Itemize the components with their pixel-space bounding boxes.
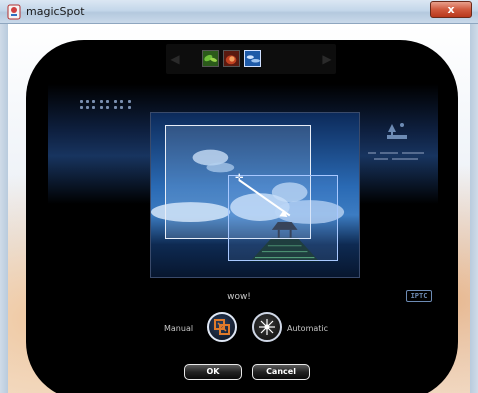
thumb-blue-sky[interactable] (244, 50, 261, 67)
landscape-scene-icon (387, 123, 407, 139)
thumb-next-arrow-icon[interactable]: ▶ (320, 50, 334, 68)
thumbnail-strip: ◀ ▶ (166, 44, 336, 74)
cancel-button[interactable]: Cancel (252, 364, 310, 380)
manual-crop-icon (214, 319, 230, 335)
thumb-prev-arrow-icon[interactable]: ◀ (168, 50, 182, 68)
photo-canvas[interactable]: ✛ (150, 112, 360, 278)
thumb-green-leaves[interactable] (202, 50, 219, 67)
app-icon (7, 4, 21, 20)
window-frame-left (0, 24, 8, 393)
title-bar[interactable]: magicSpot x (0, 0, 478, 24)
manual-mode-button[interactable] (207, 312, 237, 342)
photo-caption: wow! (227, 292, 251, 302)
automatic-label: Automatic (287, 324, 329, 333)
thumb-red-fire[interactable] (223, 50, 240, 67)
automatic-mode-button[interactable] (252, 312, 282, 342)
automatic-sparkle-icon (259, 319, 275, 335)
iptc-badge[interactable]: IPTC (406, 290, 432, 302)
client-area: ◀ ▶ wow! IPTC Manual Automatic OK Cancel (8, 24, 470, 393)
decorative-lines (368, 152, 428, 172)
ok-button[interactable]: OK (184, 364, 242, 380)
manual-label: Manual (164, 324, 194, 333)
window-frame-right (470, 24, 478, 393)
window-title: magicSpot (26, 5, 85, 18)
close-button[interactable]: x (430, 1, 472, 18)
decorative-dots (80, 100, 140, 124)
magicspot-window: magicSpot x ◀ ▶ wow! IPTC Manual Automat… (0, 0, 478, 393)
